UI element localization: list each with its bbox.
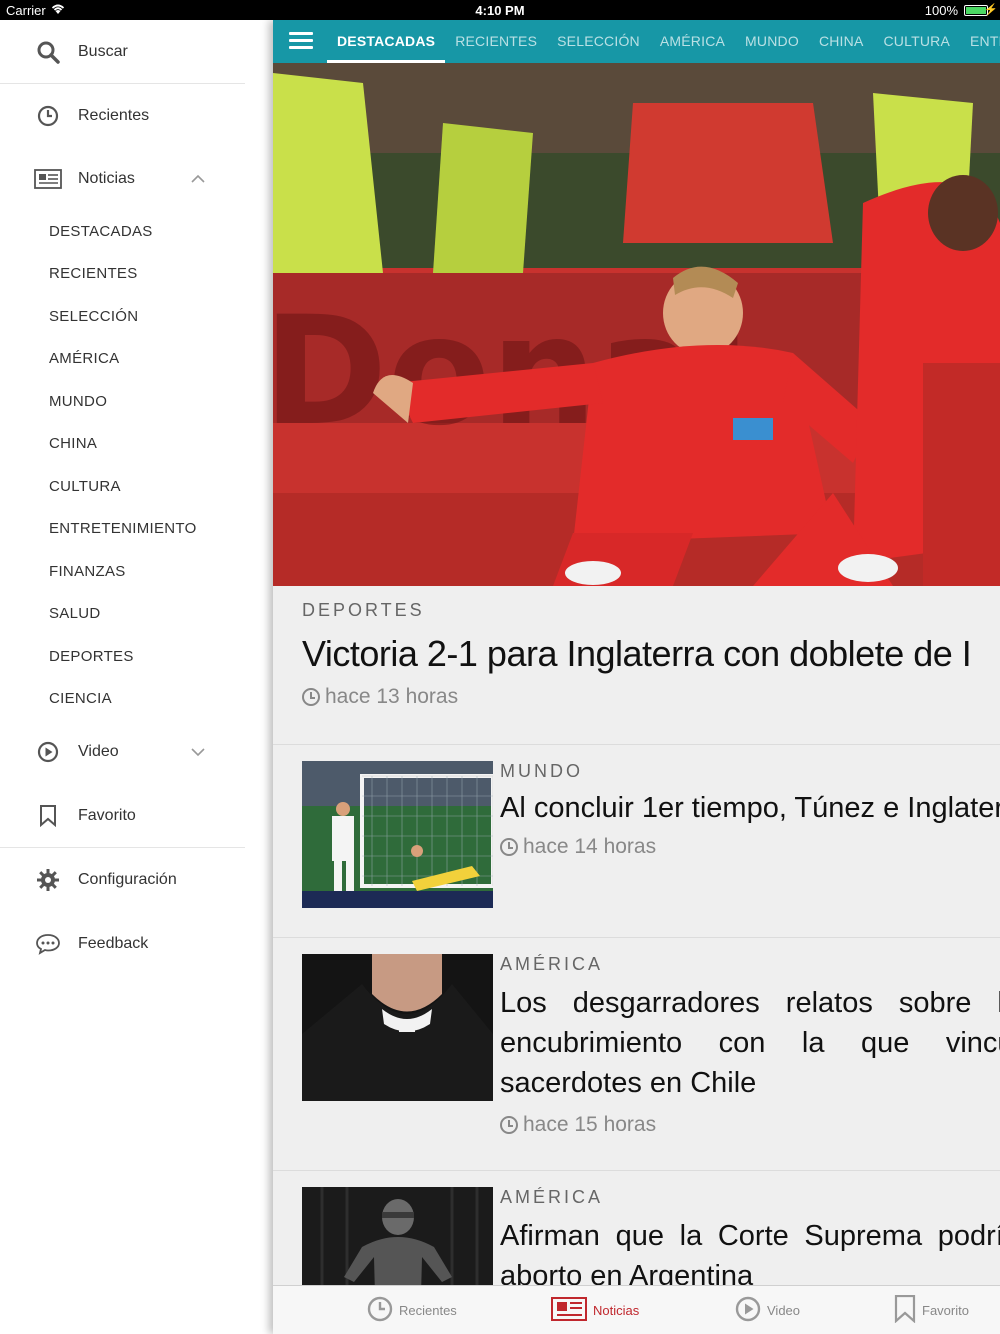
- article-thumbnail: [302, 954, 493, 1101]
- menu-item-settings[interactable]: Configuración: [0, 848, 245, 912]
- article-time: hace 15 horas: [500, 1113, 1000, 1137]
- bottom-tab-news[interactable]: Noticias: [551, 1286, 639, 1334]
- clock-icon: [367, 1296, 393, 1325]
- clock-icon: [500, 1116, 518, 1134]
- bottom-tab-label: Recientes: [399, 1303, 457, 1318]
- bottom-tab-label: Video: [767, 1303, 801, 1318]
- tab-cultura[interactable]: CULTURA: [874, 20, 960, 63]
- news-section-entretenimiento[interactable]: ENTRETENIMIENTO: [49, 520, 197, 537]
- menu-item-feedback[interactable]: Feedback: [0, 912, 245, 976]
- newspaper-icon: [551, 1297, 587, 1324]
- menu-item-favorite[interactable]: Favorito: [0, 784, 245, 848]
- menu-label-news: Noticias: [78, 170, 135, 187]
- divider: [273, 937, 1000, 938]
- bottom-tab-favorite[interactable]: Favorito: [894, 1286, 969, 1334]
- chat-bubble-icon: [34, 930, 62, 958]
- clock-icon: [34, 102, 62, 130]
- article-title: Al concluir 1er tiempo, Túnez e Inglater: [500, 792, 1000, 824]
- chevron-down-icon[interactable]: [190, 744, 206, 760]
- article-title: Los desgarradores relatos sobre la encub…: [500, 987, 1000, 1099]
- bottom-tab-label: Noticias: [593, 1303, 640, 1318]
- play-icon: [735, 1296, 761, 1325]
- tab-china[interactable]: CHINA: [809, 20, 874, 63]
- tab-recientes[interactable]: RECIENTES: [445, 20, 547, 63]
- gear-icon: [34, 866, 62, 894]
- article-time: hace 14 horas: [500, 835, 1000, 859]
- tab-mundo[interactable]: MUNDO: [735, 20, 809, 63]
- menu-label-favorite: Favorito: [78, 807, 136, 824]
- news-section-salud[interactable]: SALUD: [49, 605, 101, 622]
- menu-item-recent[interactable]: Recientes: [0, 84, 245, 148]
- list-item[interactable]: AMÉRICA Los desgarradores relatos sobre …: [302, 954, 1000, 1154]
- bookmark-icon: [894, 1294, 916, 1326]
- news-section-finanzas[interactable]: FINANZAS: [49, 563, 126, 580]
- bottom-tab-label: Favorito: [922, 1303, 969, 1318]
- bottom-tab-recent[interactable]: Recientes: [367, 1286, 457, 1334]
- menu-label-video: Video: [78, 743, 119, 760]
- tab-seleccion[interactable]: SELECCIÓN: [547, 20, 650, 63]
- hero-time: hace 13 horas: [302, 685, 1000, 709]
- menu-item-news[interactable]: Noticias: [0, 147, 245, 211]
- bookmark-icon: [34, 802, 62, 830]
- section-tab-bar: DESTACADAS RECIENTES SELECCIÓN AMÉRICA M…: [273, 20, 1000, 63]
- tab-entretenimiento[interactable]: ENTRETEN: [960, 20, 1000, 63]
- divider: [273, 1170, 1000, 1171]
- main-panel: DESTACADAS RECIENTES SELECCIÓN AMÉRICA M…: [273, 20, 1000, 1334]
- clock-time: 4:10 PM: [475, 3, 525, 18]
- menu-label-recent: Recientes: [78, 107, 150, 124]
- clock-icon: [302, 688, 320, 706]
- article-thumbnail: [302, 761, 493, 908]
- news-section-deportes[interactable]: DEPORTES: [49, 648, 134, 665]
- article-time-text: hace 15 horas: [523, 1113, 657, 1136]
- article-title: Afirman que la Corte Suprema podría abor…: [500, 1220, 1000, 1292]
- menu-item-search[interactable]: Buscar: [0, 20, 245, 84]
- news-section-recientes[interactable]: RECIENTES: [49, 265, 138, 282]
- news-section-cultura[interactable]: CULTURA: [49, 478, 121, 495]
- hero-time-text: hace 13 horas: [325, 685, 459, 708]
- side-drawer: Buscar Recientes Noticias DESTACADAS REC…: [0, 20, 273, 1334]
- news-section-seleccion[interactable]: SELECCIÓN: [49, 308, 138, 325]
- play-icon: [34, 738, 62, 766]
- article-category: AMÉRICA: [500, 954, 604, 974]
- hero-title: Victoria 2-1 para Inglaterra con doblete…: [302, 633, 972, 674]
- section-tabs: DESTACADAS RECIENTES SELECCIÓN AMÉRICA M…: [327, 20, 1000, 63]
- hero-article[interactable]: DEPORTES Victoria 2-1 para Inglaterra co…: [302, 600, 1000, 709]
- status-bar: Carrier 4:10 PM 100% ⚡: [0, 0, 1000, 20]
- divider: [273, 744, 1000, 745]
- menu-label-feedback: Feedback: [78, 935, 149, 952]
- news-section-america[interactable]: AMÉRICA: [49, 350, 119, 367]
- news-section-mundo[interactable]: MUNDO: [49, 393, 107, 410]
- article-category: AMÉRICA: [500, 1187, 604, 1207]
- bottom-tab-bar: Recientes Noticias Video Favorito: [273, 1285, 1000, 1334]
- news-section-ciencia[interactable]: CIENCIA: [49, 690, 112, 707]
- news-section-china[interactable]: CHINA: [49, 435, 97, 452]
- menu-label-settings: Configuración: [78, 871, 177, 888]
- search-icon: [34, 38, 62, 66]
- clock-icon: [500, 838, 518, 856]
- list-item[interactable]: MUNDO Al concluir 1er tiempo, Túnez e In…: [302, 761, 1000, 921]
- article-time-text: hace 14 horas: [523, 835, 657, 858]
- news-section-destacadas[interactable]: DESTACADAS: [49, 223, 153, 240]
- menu-item-video[interactable]: Video: [0, 720, 245, 784]
- chevron-up-icon[interactable]: [190, 171, 206, 187]
- tab-america[interactable]: AMÉRICA: [650, 20, 735, 63]
- hamburger-menu-icon[interactable]: [289, 32, 313, 50]
- bottom-tab-video[interactable]: Video: [735, 1286, 800, 1334]
- charging-icon: ⚡: [984, 4, 998, 16]
- article-body: AMÉRICA Los desgarradores relatos sobre …: [500, 954, 1000, 1137]
- menu-label-search: Buscar: [78, 43, 128, 60]
- tab-destacadas[interactable]: DESTACADAS: [327, 20, 446, 63]
- article-body: AMÉRICA Afirman que la Corte Suprema pod…: [500, 1187, 1000, 1296]
- article-body: MUNDO Al concluir 1er tiempo, Túnez e In…: [500, 761, 1000, 859]
- hero-category: DEPORTES: [302, 600, 425, 620]
- hero-image[interactable]: Donal: [273, 63, 1000, 586]
- newspaper-icon: [34, 165, 62, 193]
- article-category: MUNDO: [500, 761, 583, 781]
- battery-percent: 100%: [924, 3, 958, 18]
